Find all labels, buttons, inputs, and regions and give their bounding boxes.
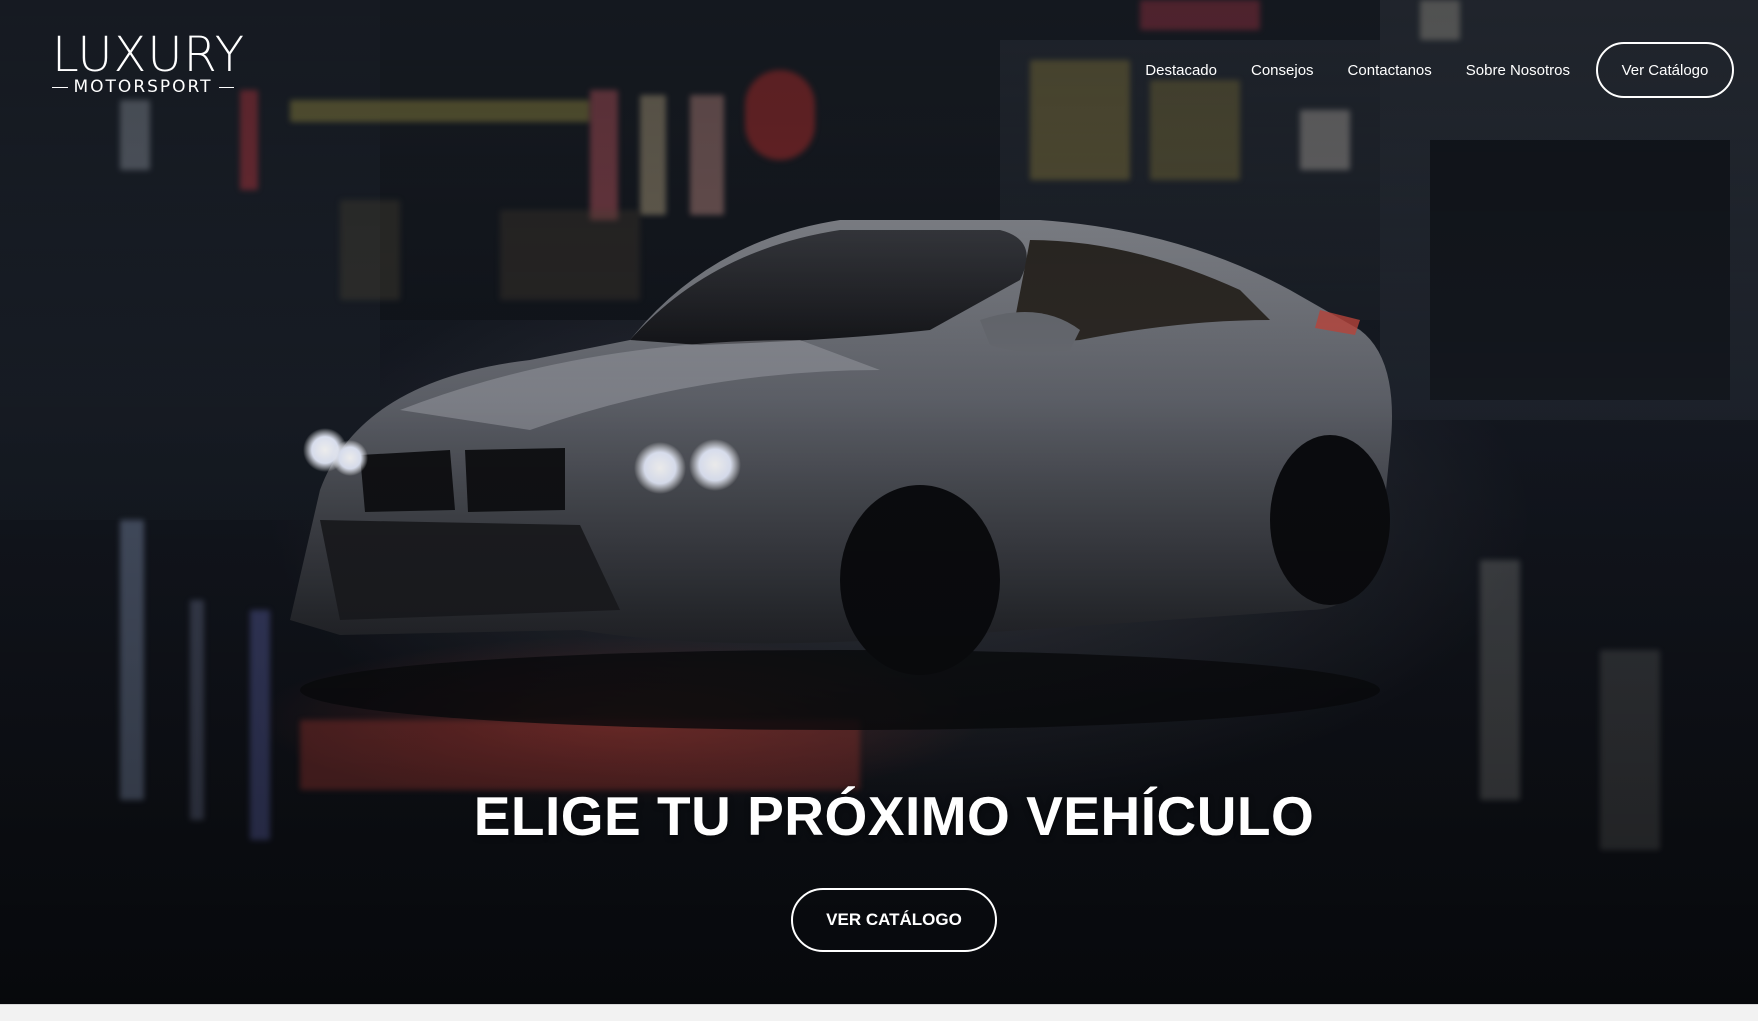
logo-sub-text: MOTORSPORT (73, 77, 213, 97)
page-bottom-edge (0, 1004, 1758, 1021)
hero-section: LUXURY MOTORSPORT Destacado Consejos Con… (0, 0, 1758, 1004)
logo-divider-right (218, 86, 235, 88)
logo[interactable]: LUXURY MOTORSPORT (52, 27, 246, 97)
main-nav: Destacado Consejos Contactanos Sobre Nos… (1145, 42, 1734, 98)
hero-catalog-button[interactable]: VER CATÁLOGO (791, 888, 997, 952)
hero-title: ELIGE TU PRÓXIMO VEHÍCULO (473, 785, 1315, 847)
nav-link-contactanos[interactable]: Contactanos (1348, 62, 1432, 79)
logo-divider-left (52, 86, 68, 88)
nav-link-destacado[interactable]: Destacado (1145, 62, 1217, 79)
nav-link-consejos[interactable]: Consejos (1251, 62, 1314, 79)
nav-catalog-button[interactable]: Ver Catálogo (1596, 42, 1734, 98)
hero-overlay (0, 0, 1758, 1004)
nav-link-sobre-nosotros[interactable]: Sobre Nosotros (1466, 62, 1570, 79)
logo-main-text: LUXURY (52, 27, 246, 83)
